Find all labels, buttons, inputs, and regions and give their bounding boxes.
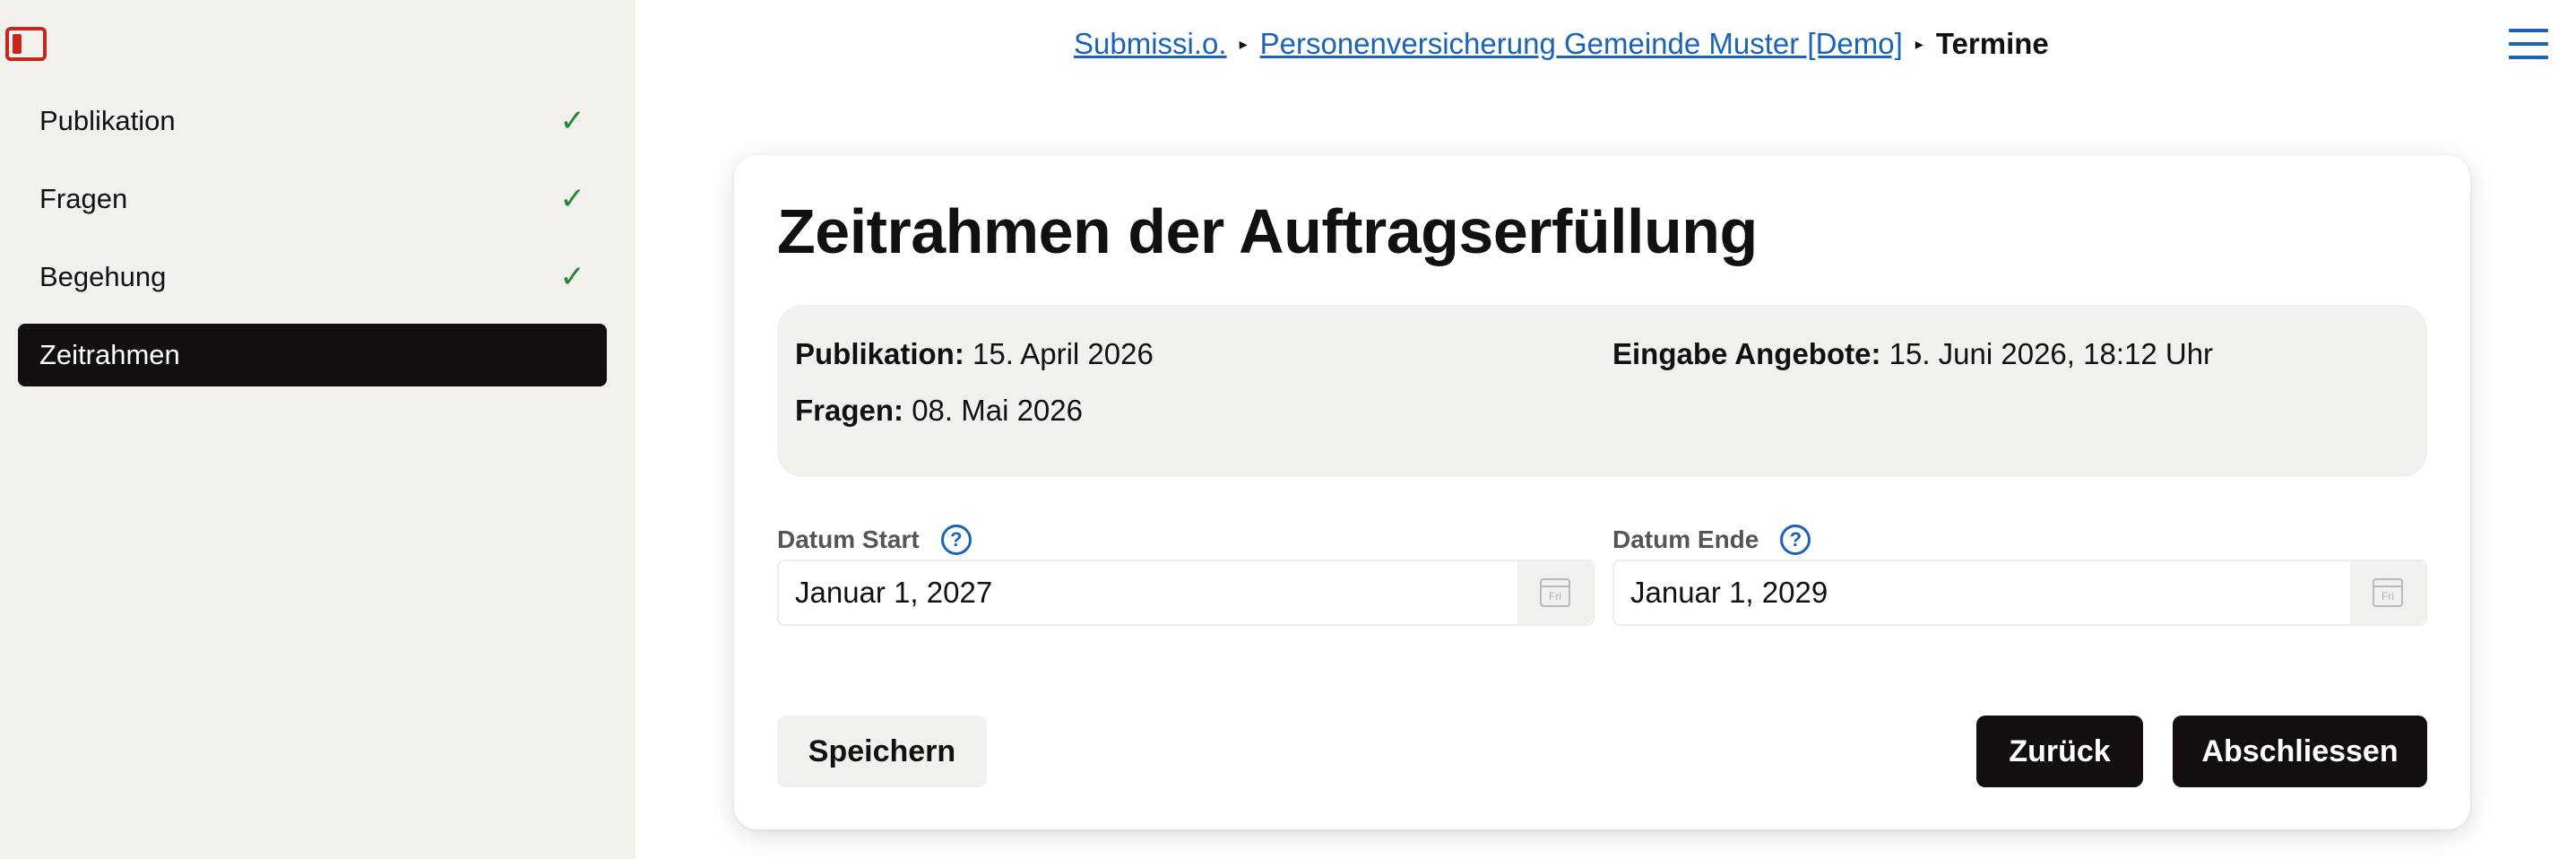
sidebar-item-publikation[interactable]: Publikation ✓: [18, 90, 607, 152]
summary-eingabe-angebote: Eingabe Angebote: 15. Juni 2026, 18:12 U…: [1612, 337, 2214, 370]
datum-start-input[interactable]: [779, 561, 1517, 624]
step-nav: Publikation ✓ Fragen ✓ Begehung ✓ Zeitra…: [18, 90, 607, 402]
check-icon: ✓: [559, 259, 586, 295]
breadcrumb-link-project[interactable]: Personenversicherung Gemeinde Muster [De…: [1260, 27, 1903, 61]
breadcrumb-separator-icon: ▸: [1915, 34, 1923, 53]
sidebar-toggle-icon[interactable]: [5, 27, 47, 61]
breadcrumb-separator-icon: ▸: [1239, 34, 1248, 53]
calendar-icon: Fri: [1540, 578, 1570, 607]
datum-start-label: Datum Start ?: [777, 525, 972, 555]
save-button[interactable]: Speichern: [777, 716, 987, 787]
calendar-icon: Fri: [2373, 578, 2403, 607]
help-icon[interactable]: ?: [1780, 525, 1811, 555]
check-icon: ✓: [559, 181, 586, 217]
hamburger-menu-icon[interactable]: [2509, 29, 2548, 61]
page-title: Zeitrahmen der Auftragserfüllung: [777, 196, 1758, 266]
back-button[interactable]: Zurück: [1976, 716, 2143, 787]
dates-summary: Publikation: 15. April 2026 Fragen: 08. …: [777, 305, 2427, 477]
breadcrumb: Submissi.o. ▸ Personenversicherung Gemei…: [1074, 27, 2049, 61]
summary-fragen: Fragen: 08. Mai 2026: [795, 394, 1083, 427]
sidebar-item-label: Begehung: [39, 261, 167, 292]
sidebar-item-zeitrahmen[interactable]: Zeitrahmen: [18, 324, 607, 386]
finish-button[interactable]: Abschliessen: [2173, 716, 2427, 787]
check-icon: ✓: [559, 103, 586, 139]
sidebar: Publikation ✓ Fragen ✓ Begehung ✓ Zeitra…: [0, 0, 635, 859]
sidebar-item-label: Publikation: [39, 105, 176, 136]
breadcrumb-link-submissio[interactable]: Submissi.o.: [1074, 27, 1227, 61]
sidebar-item-fragen[interactable]: Fragen ✓: [18, 168, 607, 230]
breadcrumb-current: Termine: [1935, 27, 2049, 60]
datum-start-field: Fri: [777, 560, 1595, 626]
sidebar-item-begehung[interactable]: Begehung ✓: [18, 246, 607, 308]
datum-ende-label: Datum Ende ?: [1612, 525, 1811, 555]
summary-publikation: Publikation: 15. April 2026: [795, 337, 1154, 370]
help-icon[interactable]: ?: [940, 525, 972, 555]
sidebar-item-label: Zeitrahmen: [39, 339, 180, 370]
datum-ende-input[interactable]: [1614, 561, 2350, 624]
datum-ende-field: Fri: [1612, 560, 2427, 626]
calendar-button[interactable]: Fri: [2350, 561, 2425, 624]
sidebar-item-label: Fragen: [39, 183, 128, 214]
calendar-button[interactable]: Fri: [1517, 561, 1593, 624]
form-card: Zeitrahmen der Auftragserfüllung Publika…: [734, 155, 2470, 829]
